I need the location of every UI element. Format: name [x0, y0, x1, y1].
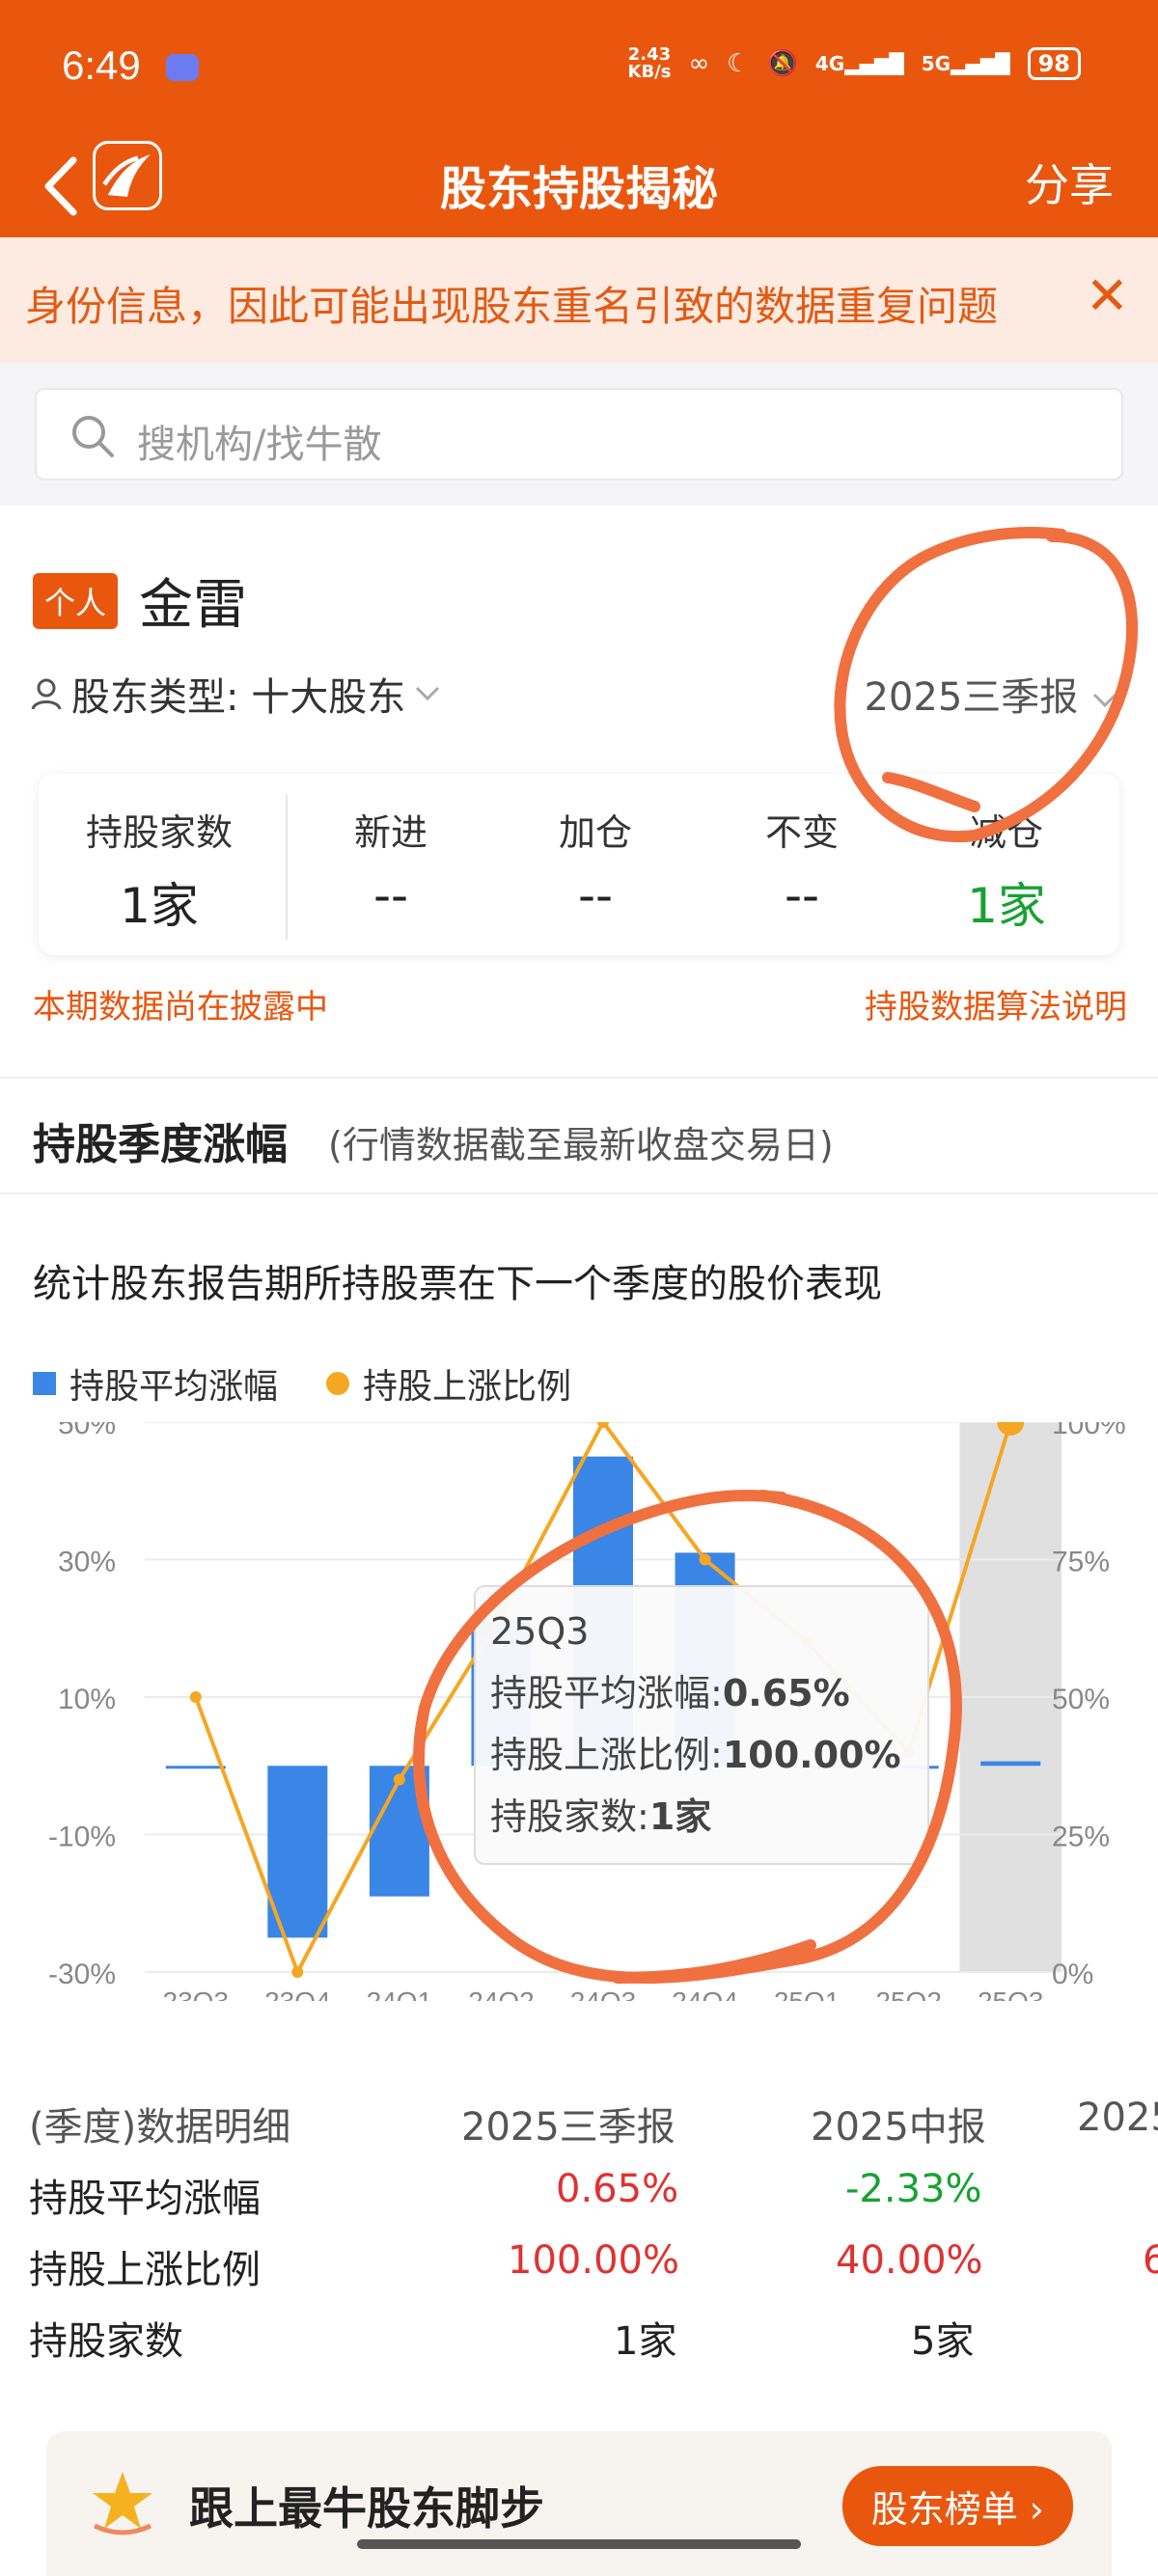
stat-label: 新进 — [353, 811, 427, 854]
y-left-tick-label: -10% — [48, 1822, 116, 1853]
star-icon — [93, 2472, 152, 2535]
divider — [0, 1077, 1158, 1079]
app-notification-icon — [166, 54, 199, 81]
y-right-tick-label: 75% — [1052, 1547, 1110, 1578]
line-point — [189, 1691, 202, 1703]
divider — [0, 1192, 1158, 1194]
legend-bar-label: 持股平均涨幅 — [69, 1367, 279, 1407]
stat-value: 1家 — [120, 878, 199, 934]
status-bar: 6:49 2.43 KB/s ∞ ☾ 🔕 4G▂▄▆█ 5G▂▄▆█ 98 — [0, 0, 1158, 135]
detail-header-period[interactable]: 2025 — [1077, 2096, 1158, 2140]
annotation-circle — [413, 1490, 962, 1984]
top-bar: 6:49 2.43 KB/s ∞ ☾ 🔕 4G▂▄▆█ 5G▂▄▆█ 98 股东… — [0, 0, 1158, 237]
y-left-tick-label: 30% — [58, 1547, 116, 1578]
line-point — [291, 1966, 304, 1978]
bar — [165, 1766, 226, 1769]
stat-value: 1家 — [967, 878, 1046, 934]
holder-type-selector[interactable]: 股东类型: 十大股东 — [29, 666, 442, 722]
stat-holding-count: 持股家数 1家 — [58, 803, 261, 937]
row-value: 6 — [1143, 2238, 1158, 2283]
search-icon — [72, 416, 114, 457]
section-subtitle: (行情数据截至最新收盘交易日) — [328, 1124, 834, 1166]
row-value: 5家 — [911, 2319, 975, 2364]
detail-header-period[interactable]: 2025三季报 — [461, 2096, 676, 2151]
stat-increase: 加仓 -- — [494, 803, 697, 923]
signal-4g-icon: 4G▂▄▆█ — [814, 52, 904, 75]
search-placeholder: 搜机构/找牛散 — [137, 423, 382, 467]
chart-legend: 持股平均涨幅 持股上涨比例 — [33, 1358, 571, 1409]
page-title: 股东持股揭秘 — [439, 162, 718, 216]
section-description: 统计股东报告期所持股票在下一个季度的股价表现 — [33, 1262, 882, 1306]
row-label: 持股平均涨幅 — [29, 2177, 261, 2221]
legend-bar-swatch — [33, 1372, 56, 1395]
speed-unit: KB/s — [627, 62, 672, 82]
moon-icon: ☾ — [727, 49, 750, 78]
holder-name: 金雷 — [139, 574, 247, 637]
person-icon — [31, 678, 62, 710]
row-value: 1家 — [614, 2319, 677, 2364]
y-right-tick-label: 50% — [1052, 1684, 1110, 1715]
row-label: 持股上涨比例 — [29, 2248, 261, 2292]
row-value: 40.00% — [836, 2238, 983, 2283]
notice-bar: 身份信息，因此可能出现股东重名引致的数据重复问题 ✕ — [0, 237, 1158, 363]
battery-icon: 98 — [1027, 47, 1081, 80]
net2-label: 5G — [921, 52, 951, 75]
table-row: 持股家数 1家 5家 — [0, 2310, 1158, 2379]
row-label: 持股家数 — [29, 2319, 183, 2364]
stat-value: -- — [577, 867, 614, 923]
net1-label: 4G — [814, 52, 845, 75]
promo-banner[interactable]: 跟上最牛股东脚步 股东榜单 › — [46, 2431, 1112, 2576]
close-icon[interactable]: ✕ — [1086, 270, 1129, 322]
search-input[interactable]: 搜机构/找牛散 — [35, 388, 1123, 480]
y-right-tick-label: 100% — [1052, 1422, 1126, 1440]
row-value: 0.65% — [556, 2167, 679, 2211]
y-left-tick-label: -30% — [48, 1959, 116, 1990]
stat-value: -- — [372, 867, 409, 923]
stat-label: 持股家数 — [85, 811, 233, 854]
section-title: 持股季度涨幅 — [33, 1120, 288, 1169]
search-section: 搜机构/找牛散 — [0, 363, 1158, 506]
leaderboard-button[interactable]: 股东榜单 › — [841, 2466, 1073, 2546]
status-icons: 2.43 KB/s ∞ ☾ 🔕 4G▂▄▆█ 5G▂▄▆█ 98 — [628, 46, 1081, 81]
x-tick-label: 23Q3 — [163, 1987, 230, 2001]
holder-type-label: 股东类型: 十大股东 — [71, 675, 406, 720]
detail-header-row: (季度)数据明细 2025三季报 2025中报 2025 — [0, 2096, 1158, 2165]
link-icon: ∞ — [688, 49, 710, 78]
nav-bar: 股东持股揭秘 分享 — [0, 135, 1158, 237]
y-right-tick-label: 25% — [1052, 1822, 1110, 1853]
y-left-tick-label: 50% — [58, 1422, 116, 1440]
detail-header-period[interactable]: 2025中报 — [811, 2096, 986, 2151]
table-row: 持股平均涨幅 0.65% -2.33% — [0, 2167, 1158, 2236]
share-button[interactable]: 分享 — [1025, 151, 1114, 214]
legend-line-swatch — [326, 1372, 350, 1395]
algorithm-link[interactable]: 持股数据算法说明 — [865, 980, 1127, 1028]
stat-value: -- — [784, 867, 820, 923]
annotation-circle — [834, 527, 1139, 843]
table-row: 持股上涨比例 100.00% 40.00% 6 — [0, 2238, 1158, 2308]
stat-label: 加仓 — [558, 811, 632, 854]
disclosure-note: 本期数据尚在披露中 — [33, 988, 328, 1027]
status-time: 6:49 — [62, 42, 141, 88]
signal-5g-icon: 5G▂▄▆█ — [921, 52, 1010, 75]
chevron-down-icon — [416, 686, 440, 701]
stat-new: 新进 -- — [290, 803, 492, 923]
stats-divider — [286, 795, 288, 940]
y-left-tick-label: 10% — [58, 1684, 116, 1715]
detail-header-label: (季度)数据明细 — [29, 2105, 291, 2150]
row-value: -2.33% — [845, 2167, 982, 2211]
x-tick-label: 23Q4 — [264, 1987, 331, 2001]
notice-text: 身份信息，因此可能出现股东重名引致的数据重复问题 — [25, 283, 999, 330]
home-indicator[interactable] — [357, 2539, 801, 2549]
network-speed: 2.43 KB/s — [628, 46, 672, 81]
holder-tag: 个人 — [33, 573, 119, 629]
bell-off-icon: 🔕 — [766, 49, 798, 78]
row-value: 100.00% — [508, 2238, 679, 2283]
legend-line-label: 持股上涨比例 — [363, 1367, 572, 1407]
y-right-tick-label: 0% — [1052, 1959, 1093, 1990]
banner-text: 跟上最牛股东脚步 — [189, 2482, 544, 2535]
